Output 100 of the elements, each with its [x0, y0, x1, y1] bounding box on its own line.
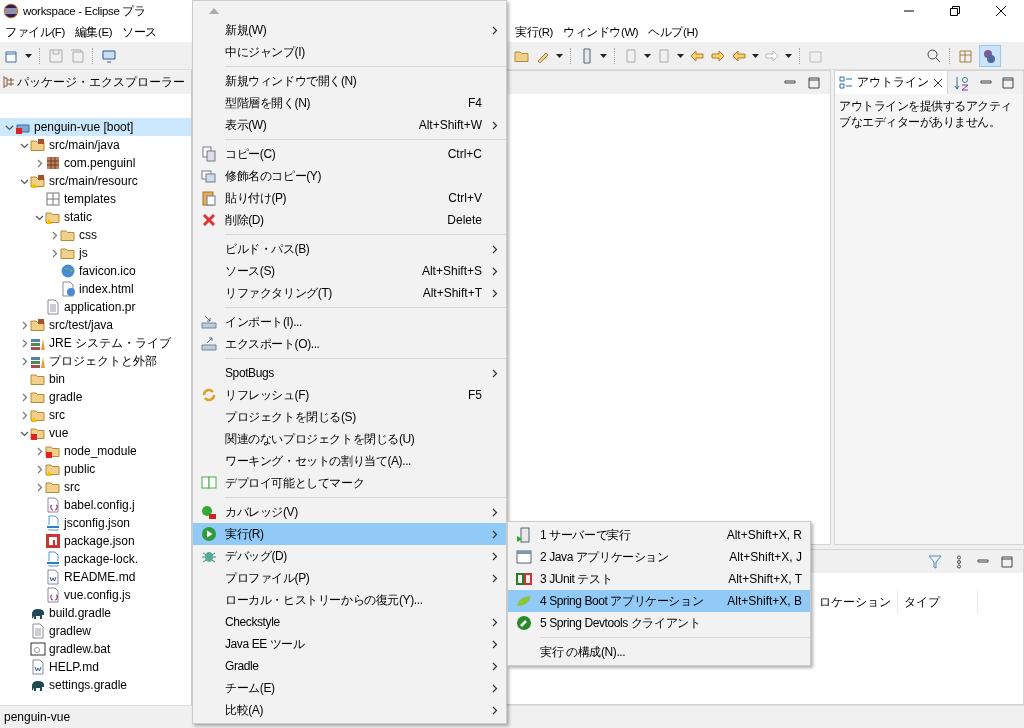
menu-item[interactable]: インポート(I)... — [193, 311, 506, 333]
tree-item[interactable]: index.html — [0, 280, 191, 298]
column-header[interactable]: ロケーション — [813, 591, 898, 613]
menu-bar-item[interactable]: ヘルプ(H) — [643, 24, 703, 40]
tree-item[interactable]: settings.gradle — [0, 676, 191, 694]
menu-item[interactable]: Java EE ツール — [193, 633, 506, 655]
menu-item[interactable]: プロジェクトを閉じる(S) — [193, 406, 506, 428]
menu-item[interactable]: 新規(W) — [193, 19, 506, 41]
source-folder-warning-icon — [30, 173, 46, 189]
menu-item[interactable]: コピー(C) Ctrl+C — [193, 143, 506, 165]
tree-item[interactable]: css — [0, 226, 191, 244]
dropdown-caret-icon[interactable] — [677, 53, 684, 58]
outline-tab[interactable]: アウトライン — [835, 71, 948, 94]
menu-item[interactable]: 修飾名のコピー(Y) — [193, 165, 506, 187]
menu-item[interactable]: Gradle — [193, 655, 506, 677]
dropdown-caret-icon[interactable] — [644, 53, 651, 58]
maximize-icon[interactable] — [806, 74, 822, 91]
leaf-icon — [516, 593, 532, 609]
tree-item[interactable]: js — [0, 244, 191, 262]
menu-item[interactable]: 関連のないプロジェクトを閉じる(U) — [193, 428, 506, 450]
refresh-icon — [201, 387, 217, 403]
menu-item[interactable]: ローカル・ヒストリーからの復元(Y)... — [193, 589, 506, 611]
menu-item[interactable]: 表示(W) Alt+Shift+W — [193, 114, 506, 136]
menu-bar-item[interactable]: ウィンドウ(W) — [557, 24, 644, 40]
menu-item[interactable]: 5 Spring Devtools クライアント — [508, 612, 810, 634]
menu-item[interactable]: 3 JUnit テスト Alt+Shift+X, T — [508, 568, 810, 590]
menu-item[interactable]: ビルド・パス(B) — [193, 238, 506, 260]
menu-item[interactable]: リフレッシュ(F) F5 — [193, 384, 506, 406]
tree-item[interactable]: gradlew.bat — [0, 640, 191, 658]
tree-item[interactable]: package.json — [0, 532, 191, 550]
menu-item[interactable]: デプロイ可能としてマーク — [193, 472, 506, 494]
dropdown-caret-icon[interactable] — [25, 53, 32, 58]
menu-item[interactable]: カバレッジ(V) — [193, 501, 506, 523]
menu-item[interactable]: 実行 の構成(N)... — [508, 641, 810, 663]
restore-icon[interactable] — [950, 6, 960, 16]
menu-item[interactable]: デバッグ(D) — [193, 545, 506, 567]
tree-item[interactable]: src/test/java — [0, 316, 191, 334]
open-perspective-icon[interactable] — [958, 47, 974, 64]
menu-item[interactable]: 型階層を開く(N) F4 — [193, 92, 506, 114]
tree-item[interactable]: HELP.md — [0, 658, 191, 676]
menu-item[interactable]: リファクタリング(T) Alt+Shift+T — [193, 282, 506, 304]
menu-item[interactable]: 2 Java アプリケーション Alt+Shift+X, J — [508, 546, 810, 568]
menu-item[interactable]: 比較(A) — [193, 699, 506, 721]
menu-item[interactable]: 中にジャンプ(I) — [193, 41, 506, 63]
tree-item[interactable]: bin — [0, 370, 191, 388]
menu-item[interactable]: SpotBugs — [193, 362, 506, 384]
menu-bar-item[interactable]: 編集(E) — [69, 24, 118, 40]
tree-item[interactable]: package-lock. — [0, 550, 191, 568]
menu-item[interactable]: ワーキング・セットの割り当て(A)... — [193, 450, 506, 472]
dropdown-caret-icon[interactable] — [556, 53, 563, 58]
menu-item[interactable]: ソース(S) Alt+Shift+S — [193, 260, 506, 282]
menu-bar-item[interactable]: ファイル(F) — [0, 24, 70, 40]
menu-item[interactable]: 4 Spring Boot アプリケーション Alt+Shift+X, B — [508, 590, 810, 612]
tree-item[interactable]: favicon.ico — [0, 262, 191, 280]
tree-item[interactable]: static — [0, 208, 191, 226]
dropdown-caret-icon[interactable] — [785, 53, 792, 58]
run-icon — [201, 526, 217, 542]
tree-item[interactable]: vue.config.js — [0, 586, 191, 604]
tree-item[interactable]: jsconfig.json — [0, 514, 191, 532]
menu-bar-item[interactable]: ソース — [117, 24, 163, 40]
tree-item[interactable]: README.md — [0, 568, 191, 586]
tree-item[interactable]: com.penguinl — [0, 154, 191, 172]
menu-item[interactable]: 削除(D) Delete — [193, 209, 506, 231]
tree-item[interactable]: src/main/resourc — [0, 172, 191, 190]
dropdown-caret-icon[interactable] — [752, 53, 759, 58]
dropdown-caret-icon[interactable] — [600, 53, 607, 58]
tree-item[interactable]: templates — [0, 190, 191, 208]
menu-item[interactable]: 実行(R) — [193, 523, 506, 545]
brace-file-icon — [45, 497, 61, 513]
export-icon — [201, 336, 217, 352]
tree-item[interactable]: babel.config.j — [0, 496, 191, 514]
maximize-icon[interactable] — [1000, 74, 1016, 91]
tree-item[interactable]: public — [0, 460, 191, 478]
close-icon[interactable] — [996, 6, 1006, 16]
tree-item[interactable]: penguin-vue [boot] — [0, 118, 191, 136]
tree-item[interactable]: src — [0, 478, 191, 496]
tree-item[interactable]: gradlew — [0, 622, 191, 640]
filter-icon[interactable] — [927, 553, 943, 570]
tree-item[interactable]: JRE システム・ライブ — [0, 334, 191, 352]
tree-item[interactable]: gradle — [0, 388, 191, 406]
tree-item[interactable]: build.gradle — [0, 604, 191, 622]
menu-item[interactable]: チーム(E) — [193, 677, 506, 699]
tree-item[interactable]: node_module — [0, 442, 191, 460]
menu-bar-item[interactable]: 実行(R) — [510, 24, 558, 40]
java-perspective-button[interactable] — [979, 44, 1001, 67]
menu-item[interactable]: Checkstyle — [193, 611, 506, 633]
menu-item[interactable]: プロファイル(P) — [193, 567, 506, 589]
menu-item[interactable]: 1 サーバーで実行 Alt+Shift+X, R — [508, 524, 810, 546]
tree-item[interactable]: application.pr — [0, 298, 191, 316]
column-header[interactable]: タイプ — [898, 591, 978, 613]
menu-item[interactable]: エクスポート(O)... — [193, 333, 506, 355]
monitor-icon[interactable] — [101, 47, 117, 64]
tree-item[interactable]: src — [0, 406, 191, 424]
search-icon[interactable] — [926, 47, 942, 64]
menu-item[interactable]: 貼り付け(P) Ctrl+V — [193, 187, 506, 209]
maximize-icon[interactable] — [999, 553, 1015, 570]
tree-item[interactable]: src/main/java — [0, 136, 191, 154]
tree-item[interactable]: プロジェクトと外部 — [0, 352, 191, 370]
tree-item[interactable]: vue — [0, 424, 191, 442]
close-icon[interactable] — [933, 77, 943, 88]
